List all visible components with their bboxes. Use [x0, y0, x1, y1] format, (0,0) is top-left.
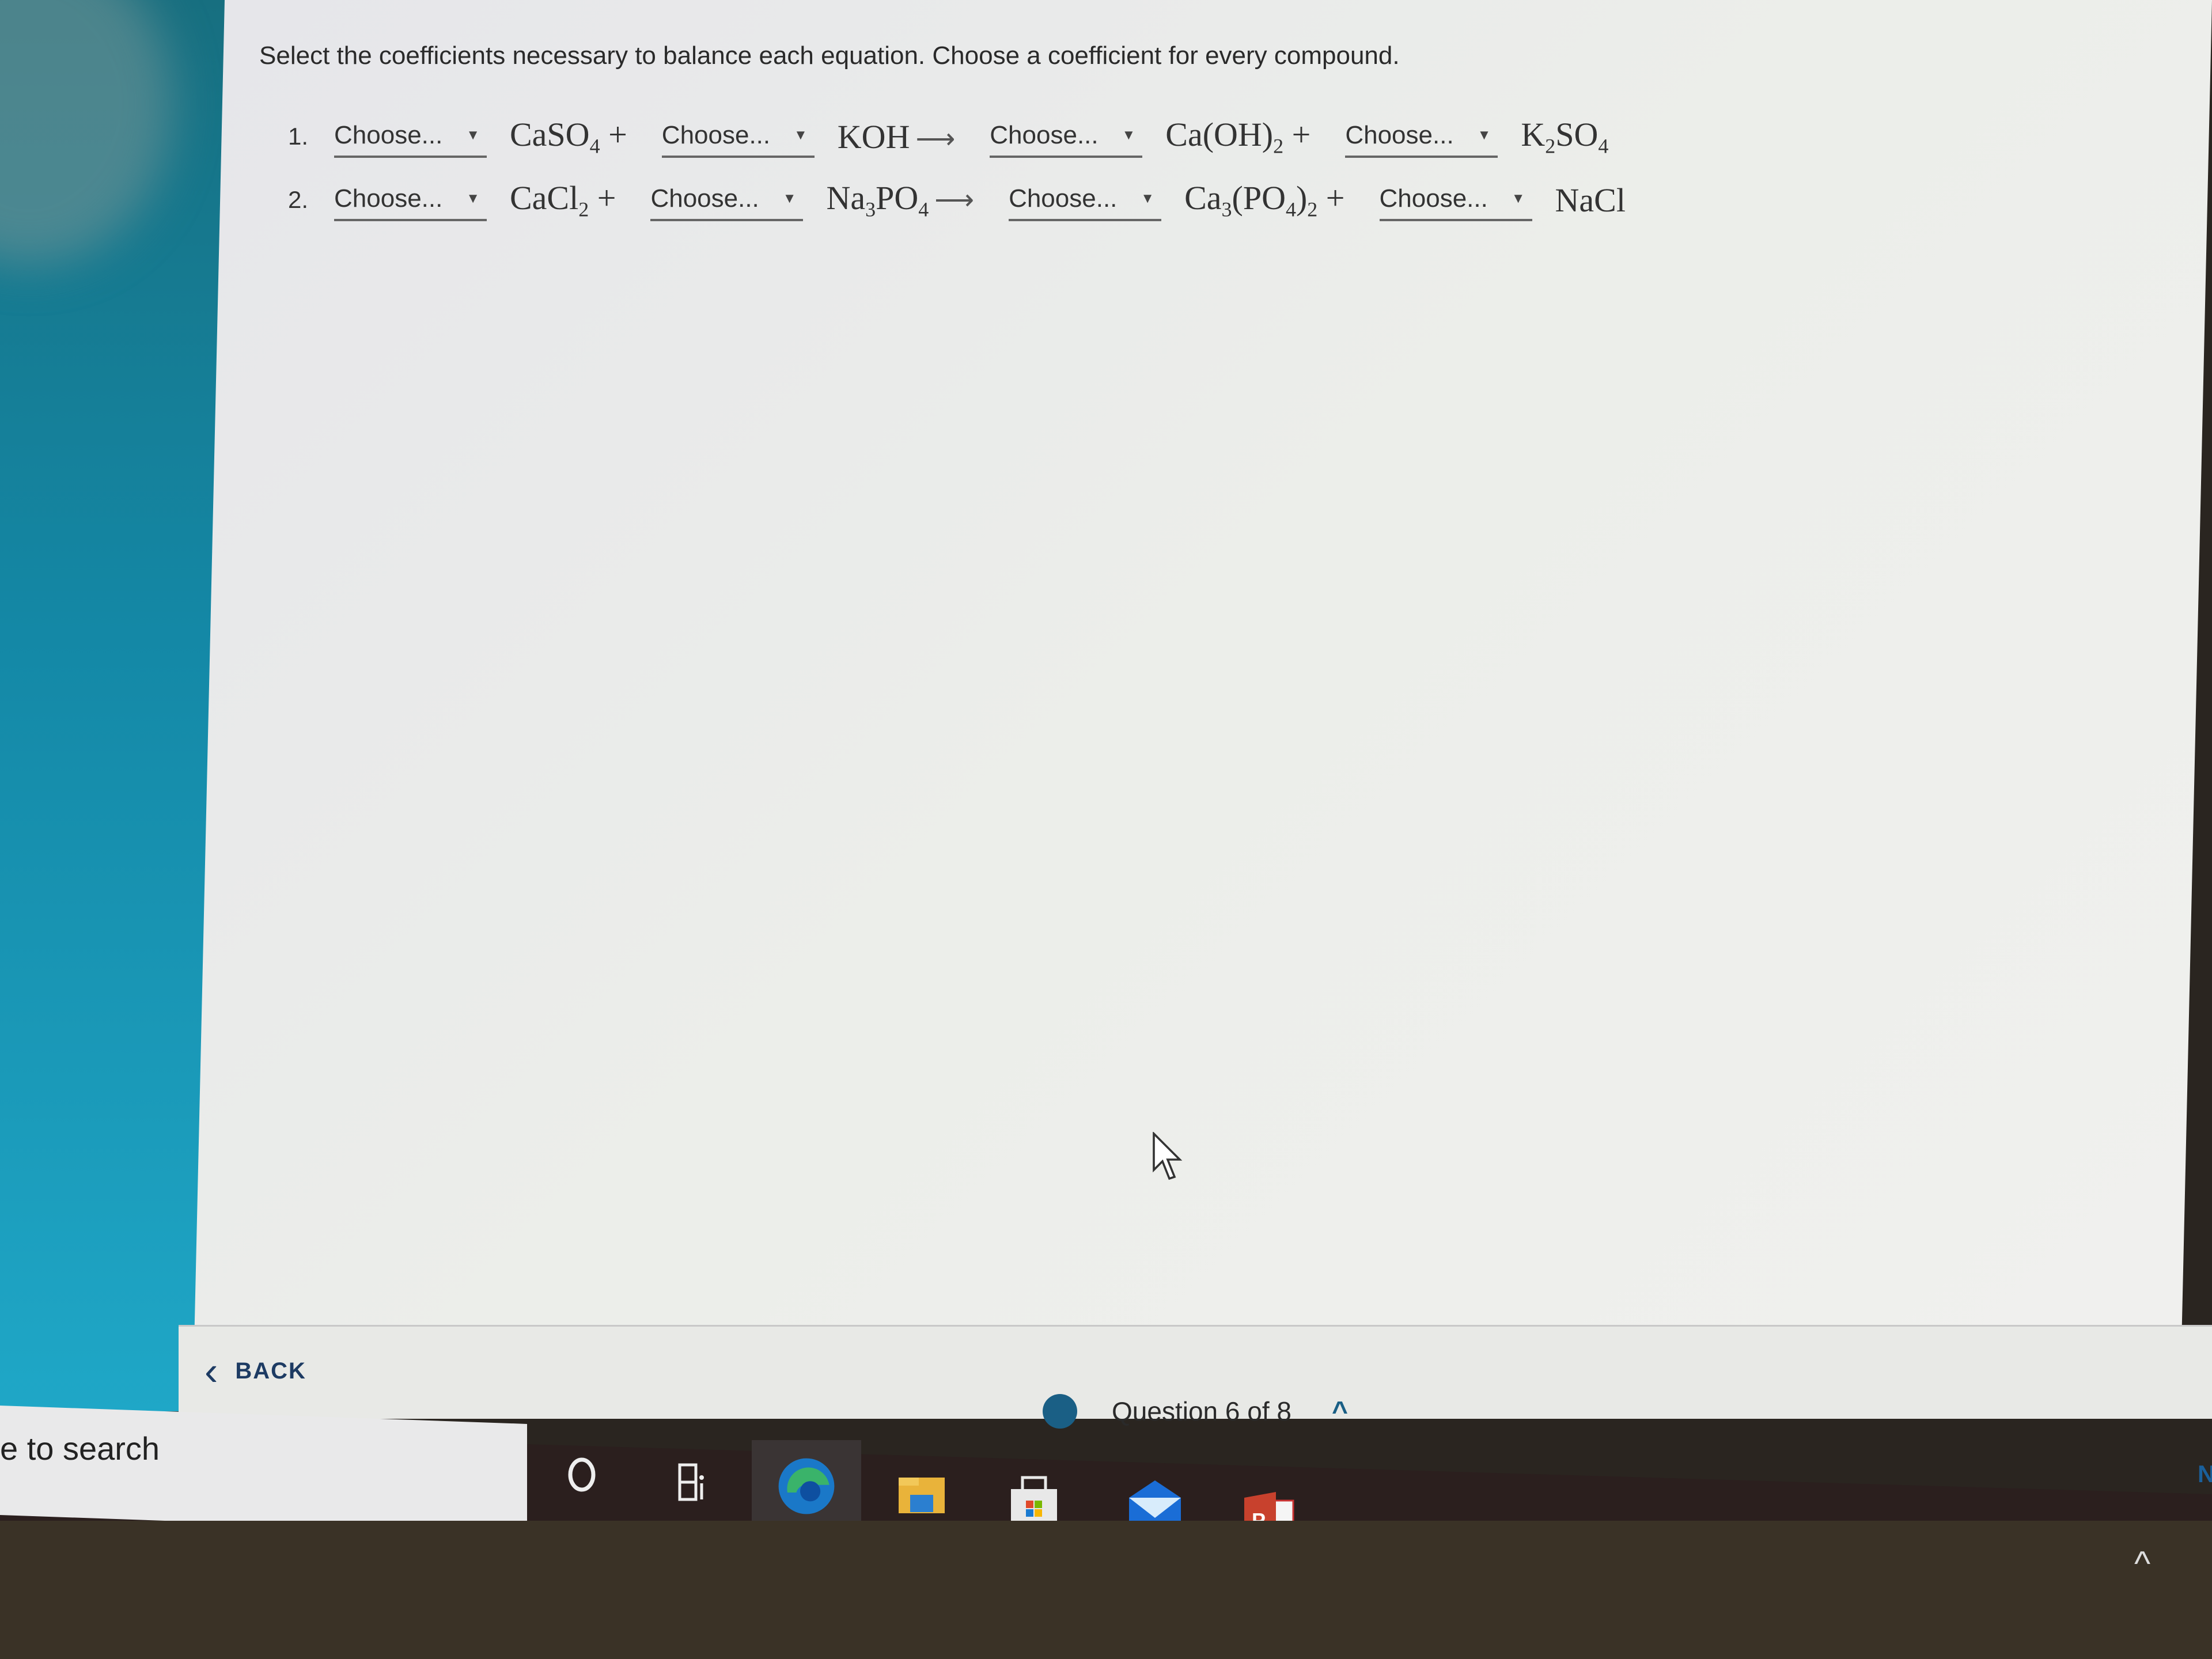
coefficient-select-2-2[interactable]: Choose... ▼ — [650, 179, 804, 222]
coefficient-select-2-3[interactable]: Choose... ▼ — [1009, 179, 1162, 222]
next-button[interactable]: N — [2198, 1460, 2212, 1488]
select-value: Choose... — [1379, 184, 1488, 213]
dropdown-caret-icon: ▼ — [1122, 127, 1136, 143]
coefficient-select-1-2[interactable]: Choose... ▼ — [661, 115, 815, 158]
edge-icon[interactable] — [752, 1440, 861, 1532]
compound-ca3po42: Ca3(PO4)2 + — [1184, 179, 1345, 221]
mouse-cursor-icon — [1153, 1132, 1183, 1180]
reaction-arrow-icon: ⟶ — [915, 123, 956, 154]
select-value: Choose... — [990, 121, 1099, 150]
back-label: BACK — [235, 1358, 306, 1384]
progress-text: Question 6 of 8 — [1112, 1396, 1291, 1426]
compound-cacl2: CaCl2 + — [510, 179, 616, 221]
coefficient-select-2-1[interactable]: Choose... ▼ — [334, 179, 487, 222]
compound-k2so4: K2SO4 — [1521, 116, 1609, 158]
dropdown-caret-icon: ▼ — [782, 191, 797, 207]
coefficient-select-2-4[interactable]: Choose... ▼ — [1379, 179, 1532, 222]
equation-1: 1. Choose... ▼ CaSO4 + Choose... ▼ KOH ⟶ Ch… — [288, 115, 1643, 158]
chevron-left-icon: ‹ — [204, 1349, 219, 1393]
dropdown-caret-icon: ▼ — [1477, 127, 1491, 143]
reaction-arrow-icon: ⟶ — [934, 185, 975, 215]
laptop-bezel — [0, 1521, 2212, 1659]
equation-2: 2. Choose... ▼ CaCl2 + Choose... ▼ Na3PO4 ⟶… — [288, 179, 1660, 222]
question-progress[interactable]: Question 6 of 8 ^ — [1043, 1394, 1348, 1429]
question-instruction: Select the coefficients necessary to bal… — [259, 41, 1400, 70]
chevron-up-icon[interactable]: ^ — [1332, 1396, 1348, 1427]
coefficient-select-1-1[interactable]: Choose... ▼ — [334, 115, 487, 158]
dropdown-caret-icon: ▼ — [1511, 191, 1525, 207]
dropdown-caret-icon: ▼ — [794, 127, 808, 143]
compound-nacl: NaCl — [1555, 181, 1626, 219]
sidebar — [0, 0, 230, 1411]
show-hidden-icons-chevron[interactable]: ^ — [2134, 1544, 2150, 1584]
select-value: Choose... — [650, 184, 759, 213]
compound-caso4: CaSO4 + — [510, 116, 627, 158]
select-value: Choose... — [1009, 184, 1118, 213]
taskbar-search-box[interactable] — [0, 1406, 527, 1533]
compound-koh: KOH ⟶ — [837, 118, 956, 156]
task-view-icon[interactable] — [660, 1452, 723, 1515]
coefficient-select-1-4[interactable]: Choose... ▼ — [1345, 115, 1498, 158]
compound-caoh2: Ca(OH)2 + — [1165, 116, 1311, 158]
select-value: Choose... — [334, 184, 443, 213]
dropdown-caret-icon: ▼ — [466, 191, 480, 207]
equation-number: 1. — [288, 123, 309, 150]
dropdown-caret-icon: ▼ — [1141, 191, 1155, 207]
select-value: Choose... — [334, 121, 443, 150]
taskbar-search-placeholder: e to search — [0, 1430, 160, 1467]
back-button[interactable]: ‹ BACK — [204, 1351, 306, 1391]
sidebar-glow — [0, 0, 173, 265]
coefficient-select-1-3[interactable]: Choose... ▼ — [990, 115, 1143, 158]
file-explorer-icon[interactable] — [890, 1463, 953, 1527]
dropdown-caret-icon: ▼ — [466, 127, 480, 143]
select-value: Choose... — [1345, 121, 1454, 150]
cortana-icon[interactable] — [550, 1443, 613, 1506]
compound-na3po4: Na3PO4 ⟶ — [826, 179, 975, 221]
select-value: Choose... — [661, 121, 771, 150]
progress-dot-icon — [1043, 1394, 1077, 1429]
equation-number: 2. — [288, 186, 309, 214]
